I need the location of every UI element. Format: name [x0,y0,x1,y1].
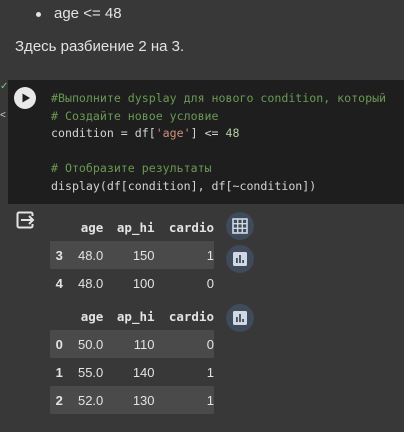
code-line-1: #Выполните dysplay для нового condition,… [51,91,387,105]
code-line-2: # Создайте новое условие [51,108,219,123]
table-header-row: age ap_hi cardio [50,302,214,330]
table-row: 4 48.0 100 0 [55,275,214,291]
table-row: 3 48.0 150 1 [50,241,214,269]
play-icon [15,88,35,108]
dataframe-table-2: age ap_hi cardio 0 50.0 110 0 1 55.0 140… [50,302,214,414]
table-header-row: age ap_hi cardio [50,213,214,241]
col-header-cardio: cardio [168,308,214,324]
bar-chart-icon [233,311,247,325]
table-row: 1 55.0 140 1 [55,364,214,380]
bullet-dot [36,12,41,17]
table-grid-icon [232,218,248,234]
col-header-cardio: cardio [168,219,214,235]
code-content[interactable]: #Выполните dysplay для нового condition,… [51,90,386,196]
convert-to-interactive-table-button[interactable] [226,212,254,240]
output-redirect-icon[interactable] [16,211,36,229]
col-header-ap-hi: ap_hi [116,219,155,235]
suggest-charts-button[interactable] [226,245,254,273]
bullet-text: age <= 48 [54,5,122,22]
cell-edge-mark: < [0,110,6,121]
col-header-ap-hi: ap_hi [116,308,155,324]
code-line-6: display(df[condition], df[~condition]) [51,178,317,193]
col-header-age: age [80,219,104,235]
bar-chart-icon [233,252,247,266]
table-row: 0 50.0 110 0 [50,330,214,358]
dataframe-table-1: age ap_hi cardio 3 48.0 150 1 4 48.0 100… [50,213,214,297]
code-line-5: # Отобразите результаты [51,161,212,176]
markdown-paragraph: Здесь разбиение 2 на 3. [15,38,185,55]
run-cell-button[interactable] [14,87,36,109]
col-header-age: age [80,308,104,324]
suggest-charts-button-2[interactable] [226,304,254,332]
table-row: 2 52.0 130 1 [50,386,214,414]
code-line-3: condition = df['age'] <= 48 [51,126,240,141]
